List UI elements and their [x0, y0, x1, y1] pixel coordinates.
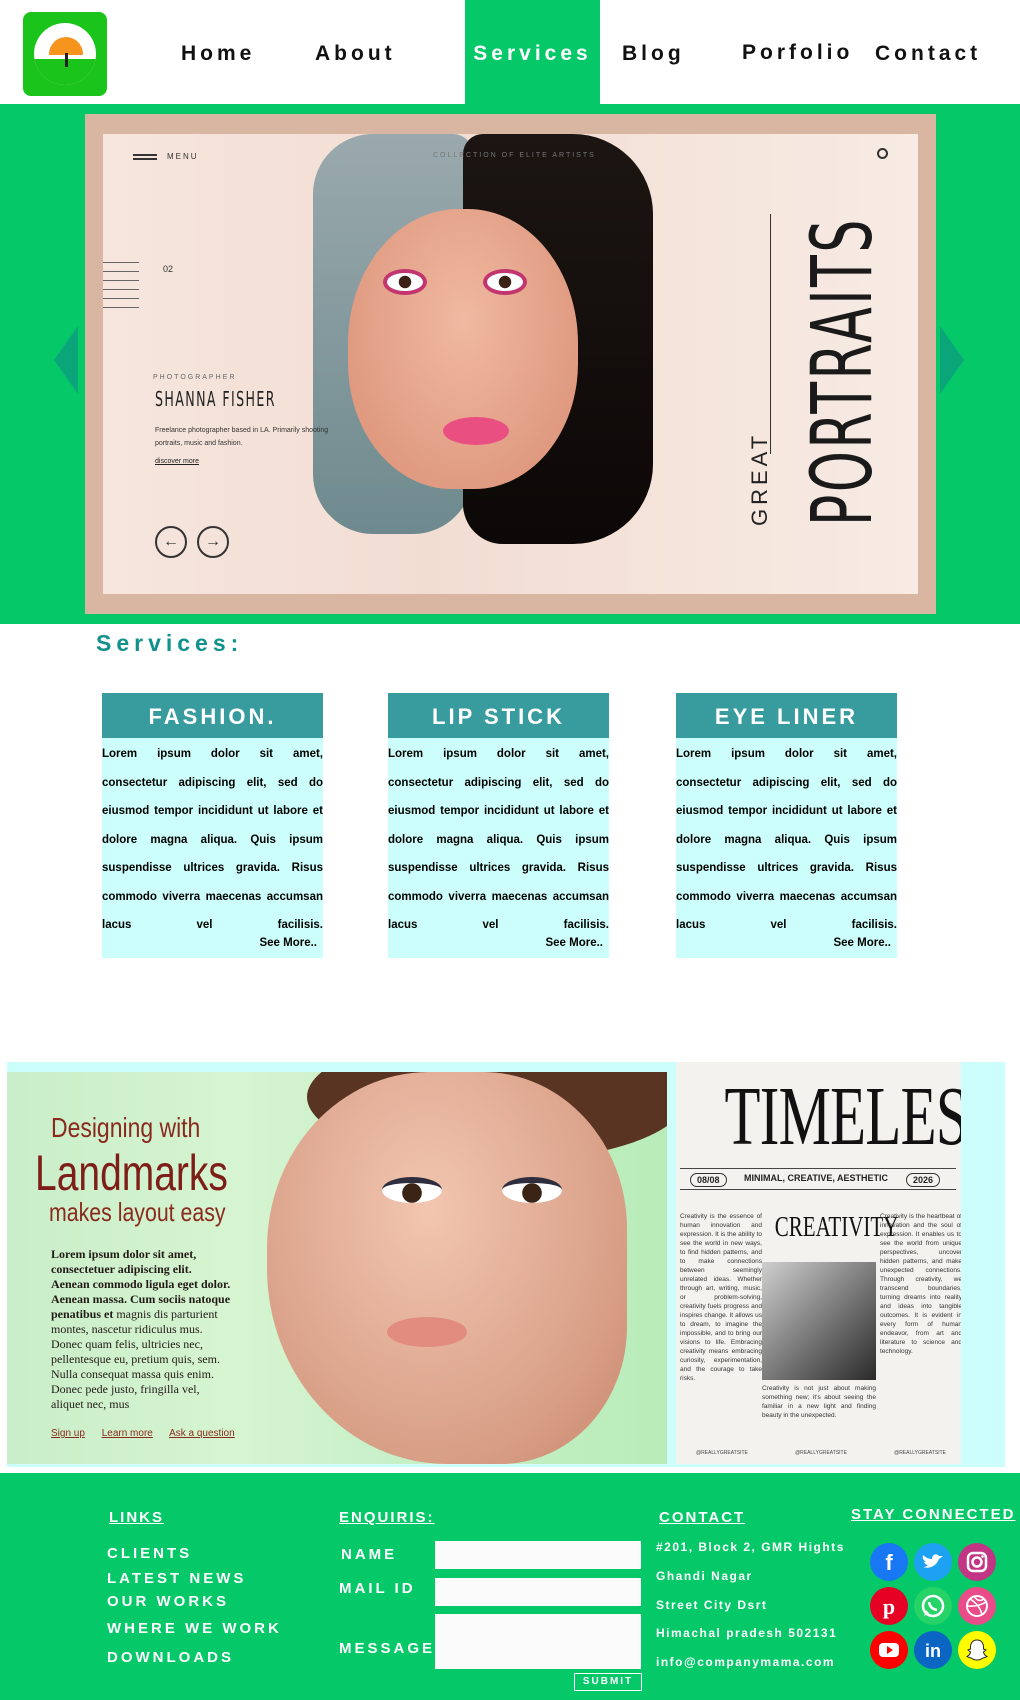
footer-links-title: LINKS [109, 1509, 164, 1526]
logo[interactable] [23, 12, 107, 96]
card-title: LIP STICK [388, 693, 609, 738]
address-line: #201, Block 2, GMR Hights [656, 1540, 845, 1554]
search-icon[interactable] [877, 148, 888, 159]
message-label: MESSAGE [339, 1640, 436, 1657]
ask-question-link[interactable]: Ask a question [169, 1428, 235, 1439]
svg-text:f: f [885, 1550, 893, 1575]
twitter-icon[interactable] [914, 1543, 952, 1581]
photographer-label: PHOTOGRAPHER [153, 374, 237, 381]
ad-line2: Landmarks [35, 1145, 228, 1201]
nav-portfolio[interactable]: Porfolio [742, 0, 853, 104]
hero-slider: MENU COLLECTION OF ELITE ARTISTS 02 PHOT… [0, 104, 1020, 624]
social-title: STAY CONNECTED [851, 1506, 1016, 1523]
contact-title: CONTACT [659, 1509, 746, 1526]
ad-text: Lorem ipsum dolor sit amet, consectetuer… [51, 1247, 231, 1411]
service-card-fashion: FASHION. Lorem ipsum dolor sit amet, con… [102, 693, 323, 958]
footer-link-clients[interactable]: CLIENTS [107, 1545, 192, 1562]
nav-blog[interactable]: Blog [622, 0, 685, 104]
arrow-left-icon[interactable]: ← [155, 526, 187, 558]
facebook-icon[interactable]: f [870, 1543, 908, 1581]
nav-contact[interactable]: Contact [875, 0, 981, 104]
arrow-right-icon[interactable]: → [197, 526, 229, 558]
news-footer: @REALLYGREATSITE @REALLYGREATSITE @REALLYG… [696, 1450, 946, 1456]
banner: Designing with Landmarks makes layout ea… [7, 1062, 1005, 1467]
news-column-left: Creativity is the essence of human innov… [680, 1213, 762, 1382]
footer-link-where-we-work[interactable]: WHERE WE WORK [107, 1620, 282, 1637]
hero-description: Freelance photographer based in LA. Prim… [155, 427, 329, 447]
newspaper-image: TIMELESS 08/08 MINIMAL, CREATIVE, AESTHE… [676, 1062, 961, 1464]
name-label: NAME [341, 1546, 398, 1563]
hero-menu[interactable]: MENU [133, 152, 199, 161]
whatsapp-icon[interactable] [914, 1587, 952, 1625]
ad-image: Designing with Landmarks makes layout ea… [7, 1072, 667, 1464]
footer-link-our-works[interactable]: OUR WORKS [107, 1593, 229, 1610]
card-body: Lorem ipsum dolor sit amet, consectetur … [676, 748, 897, 931]
services-title: Services: [96, 630, 244, 656]
footer-link-downloads[interactable]: DOWNLOADS [107, 1649, 234, 1666]
umbrella-icon [34, 23, 96, 85]
hero-headline-small: GREAT [747, 431, 772, 526]
hero-top-text: COLLECTION OF ELITE ARTISTS [433, 152, 596, 159]
address-line: Ghandi Nagar [656, 1569, 753, 1583]
hero-image: MENU COLLECTION OF ELITE ARTISTS 02 PHOT… [103, 134, 918, 594]
page: Home About Services Blog Porfolio Contac… [0, 0, 1020, 1700]
nav-home[interactable]: Home [181, 0, 255, 104]
ad-line3: makes layout easy [49, 1197, 226, 1227]
slider-next-arrow[interactable] [940, 326, 964, 394]
sign-up-link[interactable]: Sign up [51, 1428, 85, 1439]
mail-input[interactable] [435, 1578, 641, 1606]
service-card-eyeliner: EYE LINER Lorem ipsum dolor sit amet, co… [676, 693, 897, 958]
ad-links: Sign up Learn more Ask a question [51, 1428, 249, 1439]
news-subtitle: CREATIVITY [774, 1212, 899, 1243]
svg-text:in: in [925, 1641, 941, 1661]
svg-text:p: p [883, 1594, 895, 1619]
learn-more-link[interactable]: Learn more [102, 1428, 153, 1439]
address-line: Street City Dsrt [656, 1598, 768, 1612]
youtube-icon[interactable] [870, 1631, 908, 1669]
slide-number: 02 [163, 264, 174, 274]
linkedin-icon[interactable]: in [914, 1631, 952, 1669]
service-card-lipstick: LIP STICK Lorem ipsum dolor sit amet, co… [388, 693, 609, 958]
card-title: EYE LINER [676, 693, 897, 738]
ad-line1: Designing with [51, 1112, 201, 1143]
card-body: Lorem ipsum dolor sit amet, consectetur … [102, 748, 323, 931]
nav-services[interactable]: Services [465, 0, 600, 104]
address-line: Himachal pradesh 502131 [656, 1626, 838, 1640]
mail-label: MAIL ID [339, 1580, 416, 1597]
slider-prev-arrow[interactable] [54, 326, 78, 394]
news-bar: 08/08 MINIMAL, CREATIVE, AESTHETIC 2026 [680, 1168, 956, 1190]
instagram-icon[interactable] [958, 1543, 996, 1581]
hero-frame: MENU COLLECTION OF ELITE ARTISTS 02 PHOT… [85, 114, 936, 614]
lines-icon [103, 262, 139, 308]
enquiry-title: ENQUIRIS: [339, 1509, 435, 1526]
dribbble-icon[interactable] [958, 1587, 996, 1625]
discover-more-link[interactable]: discover more [155, 458, 199, 465]
card-title: FASHION. [102, 693, 323, 738]
email-link[interactable]: info@companymama.com [656, 1655, 835, 1669]
header: Home About Services Blog Porfolio Contac… [0, 0, 1020, 104]
submit-button[interactable]: SUBMIT [574, 1673, 642, 1691]
footer-link-latest-news[interactable]: LATEST NEWS [107, 1570, 246, 1587]
pinterest-icon[interactable]: p [870, 1587, 908, 1625]
card-body: Lorem ipsum dolor sit amet, consectetur … [388, 748, 609, 931]
photographer-name: SHANNA FISHER [155, 387, 276, 411]
news-photo [762, 1262, 876, 1380]
snapchat-icon[interactable] [958, 1631, 996, 1669]
news-column-mid: Creativity is not just about making some… [762, 1385, 876, 1419]
name-input[interactable] [435, 1541, 641, 1569]
news-column-right: Creativity is the heartbeat of innovatio… [880, 1213, 961, 1355]
hero-headline: PORTRAITS [793, 217, 891, 527]
nav-about[interactable]: About [315, 0, 396, 104]
message-input[interactable] [435, 1614, 641, 1669]
news-title: TIMELESS [724, 1070, 962, 1163]
